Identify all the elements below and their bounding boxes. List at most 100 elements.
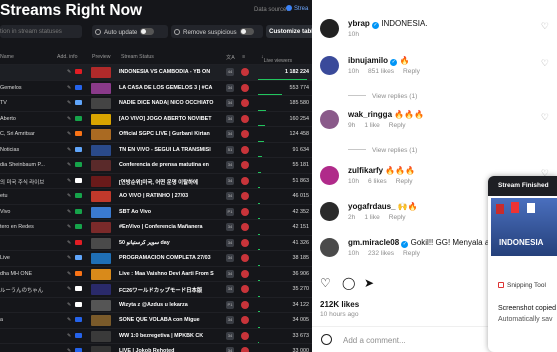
heart-icon[interactable]: ♡	[320, 276, 331, 290]
filter-icon[interactable]: ≡	[242, 54, 245, 60]
channel-name[interactable]: TV	[0, 100, 52, 106]
view-replies-button[interactable]: View replies (1)	[348, 147, 417, 154]
comment-username[interactable]: ybrap	[348, 19, 370, 28]
stream-status[interactable]: [연방순위]미국, 어떤 운명 이탈하에	[119, 178, 219, 186]
edit-icon[interactable]: ✎	[67, 100, 72, 106]
stream-preview-thumbnail[interactable]	[91, 299, 111, 311]
snipping-tool-notification[interactable]: Stream Finished INDONESIA Snipping Tool …	[488, 176, 557, 352]
edit-icon[interactable]: ✎	[67, 69, 72, 75]
channel-name[interactable]: Live	[0, 255, 52, 261]
column-header-stream-status[interactable]: Stream Status	[121, 54, 154, 60]
like-comment-heart-icon[interactable]: ♡	[541, 112, 549, 123]
comment-likes[interactable]: 1 like	[364, 122, 379, 129]
channel-name[interactable]: Aberto	[0, 116, 52, 122]
toggle-switch[interactable]	[140, 28, 155, 35]
comment-username[interactable]: zulfikarfy	[348, 166, 383, 175]
screenshot-preview[interactable]: INDONESIA	[491, 198, 557, 256]
table-row[interactable]: dha MH ONE ✎ Live : Maa Vaishno Devi Aarti…	[0, 265, 312, 282]
stream-status[interactable]: TN EN VIVO - SEGUÍ LA TRANSMISI	[119, 147, 219, 153]
stream-preview-thumbnail[interactable]	[91, 82, 111, 94]
stream-preview-thumbnail[interactable]	[91, 315, 111, 326]
edit-icon[interactable]: ✎	[67, 286, 72, 292]
avatar[interactable]	[320, 202, 339, 221]
stream-preview-thumbnail[interactable]	[91, 222, 111, 233]
table-row[interactable]: Gemelos ✎ LA CASA DE LOS GEMELOS 3 | #CA 34…	[0, 79, 312, 96]
stream-status[interactable]: PROGRAMACIÓN COMPLETA 27/03	[119, 255, 219, 261]
like-comment-heart-icon[interactable]: ♡	[541, 21, 549, 32]
comment-likes[interactable]: 1 like	[364, 214, 379, 221]
edit-icon[interactable]: ✎	[67, 240, 72, 246]
edit-icon[interactable]: ✎	[67, 193, 72, 199]
auto-update-toggle[interactable]: Auto update	[92, 25, 168, 38]
reply-button[interactable]: Reply	[389, 122, 406, 129]
stream-status[interactable]: Official SGPC LIVE | Gurbani Kirtan	[119, 131, 219, 137]
add-comment-input[interactable]: Add a comment...	[343, 336, 406, 345]
stream-preview-thumbnail[interactable]	[91, 268, 111, 280]
stream-status[interactable]: SOÑÉ QUE VOLABA con Migue	[119, 317, 219, 323]
stream-preview-thumbnail[interactable]	[91, 67, 111, 78]
table-row[interactable]: tero en Redes ✎ #EnVivo | Conferencia Maña…	[0, 219, 312, 236]
edit-icon[interactable]: ✎	[67, 116, 72, 122]
table-row[interactable]: Vivo ✎ SBT Ao Vivo P1 42 352	[0, 203, 312, 220]
edit-icon[interactable]: ✎	[67, 209, 72, 215]
edit-icon[interactable]: ✎	[67, 271, 72, 277]
share-icon[interactable]: ➤	[364, 276, 374, 290]
stream-preview-thumbnail[interactable]	[91, 330, 111, 342]
table-row[interactable]: ✎ WW 1:0 bezregetiva | MPKBK CK 34 33 673	[0, 327, 312, 344]
stream-status[interactable]: SBT Ao Vivo	[119, 209, 219, 215]
stream-preview-thumbnail[interactable]	[91, 144, 111, 156]
table-row[interactable]: C, Sri Amritsar ✎ Official SGPC LIVE | Gur…	[0, 126, 312, 143]
table-row[interactable]: TV ✎ NADIE DICE NADA| NICO OCCHIATO 34 185 5…	[0, 95, 312, 112]
reply-button[interactable]: Reply	[396, 178, 413, 185]
comment-likes[interactable]: 232 likes	[368, 250, 394, 257]
stream-status[interactable]: WW 1:0 bezregetiva | MPKBK CK	[119, 333, 219, 339]
stream-preview-thumbnail[interactable]	[91, 206, 111, 218]
channel-name[interactable]: Noticias	[0, 147, 52, 153]
stream-status[interactable]: [AO VIVO] JOGO ABERTO NOVIBET	[119, 116, 219, 122]
table-row[interactable]: dia Sheinbaum P... ✎ Conferencia de prensa…	[0, 157, 312, 174]
stream-preview-thumbnail[interactable]	[91, 191, 111, 202]
stream-preview-thumbnail[interactable]	[91, 113, 111, 125]
stream-status[interactable]: INDONESIA VS CAMBODIA - YB ON	[119, 69, 219, 75]
column-header-preview[interactable]: Preview	[92, 54, 110, 60]
table-row[interactable]: ルーうんのちゃん ✎ FC26ワールドカップモード日本版 34 35 270	[0, 281, 312, 298]
comment-username[interactable]: gm.miracle08	[348, 238, 399, 247]
comment-likes[interactable]: 6 likes	[368, 178, 387, 185]
table-row[interactable]: ✎ INDONESIA VS CAMBODIA - YB ON 44 1 182 22…	[0, 64, 312, 81]
channel-name[interactable]: C, Sri Amritsar	[0, 131, 52, 137]
edit-icon[interactable]: ✎	[67, 333, 72, 339]
avatar[interactable]	[320, 19, 339, 38]
column-header-add-info[interactable]: Add. info	[57, 54, 77, 60]
stream-preview-thumbnail[interactable]	[91, 237, 111, 249]
channel-name[interactable]: a	[0, 317, 52, 323]
edit-icon[interactable]: ✎	[67, 255, 72, 261]
table-row[interactable]: a ✎ SOÑÉ QUE VOLABA con Migue 34 34 005	[0, 312, 312, 329]
stream-preview-thumbnail[interactable]	[91, 160, 111, 171]
table-row[interactable]: Noticias ✎ TN EN VIVO - SEGUÍ LA TRANSMISI…	[0, 141, 312, 158]
likes-count[interactable]: 212K likes	[320, 300, 359, 309]
status-search-input[interactable]: tion in stream statuses	[0, 25, 82, 38]
customize-table-button[interactable]: Customize table	[266, 25, 312, 38]
table-row[interactable]: 의 미국 주식 라이브 ✎ [연방순위]미국, 어떤 운명 이탈하에 34 51 863	[0, 172, 312, 189]
avatar[interactable]	[320, 238, 339, 257]
stream-preview-thumbnail[interactable]	[91, 129, 111, 140]
table-row[interactable]: ✎ سوپر كرستيانو 50 day 34 41 326	[0, 234, 312, 251]
avatar[interactable]	[320, 110, 339, 129]
edit-icon[interactable]: ✎	[67, 178, 72, 184]
stream-status[interactable]: AO VIVO | RATINHO | 27/03	[119, 193, 219, 199]
table-row[interactable]: etu ✎ AO VIVO | RATINHO | 27/03 34 46 015	[0, 188, 312, 205]
channel-name[interactable]: Vivo	[0, 209, 52, 215]
table-row[interactable]: Aberto ✎ [AO VIVO] JOGO ABERTO NOVIBET 34 16…	[0, 110, 312, 127]
stream-preview-thumbnail[interactable]	[91, 253, 111, 264]
stream-status[interactable]: NADIE DICE NADA| NICO OCCHIATO	[119, 100, 219, 106]
reply-button[interactable]: Reply	[403, 68, 420, 75]
like-comment-heart-icon[interactable]: ♡	[541, 58, 549, 69]
table-row[interactable]: Live ✎ PROGRAMACIÓN COMPLETA 27/03 34 38 185	[0, 250, 312, 267]
reply-button[interactable]: Reply	[403, 250, 420, 257]
stream-preview-thumbnail[interactable]	[91, 284, 111, 295]
edit-icon[interactable]: ✎	[67, 302, 72, 308]
comment-username[interactable]: wak_ringga	[348, 110, 392, 119]
channel-name[interactable]: etu	[0, 193, 52, 199]
comment-username[interactable]: ibnujamilo	[348, 56, 388, 65]
remove-suspicious-toggle[interactable]: Remove suspicious	[171, 25, 263, 38]
